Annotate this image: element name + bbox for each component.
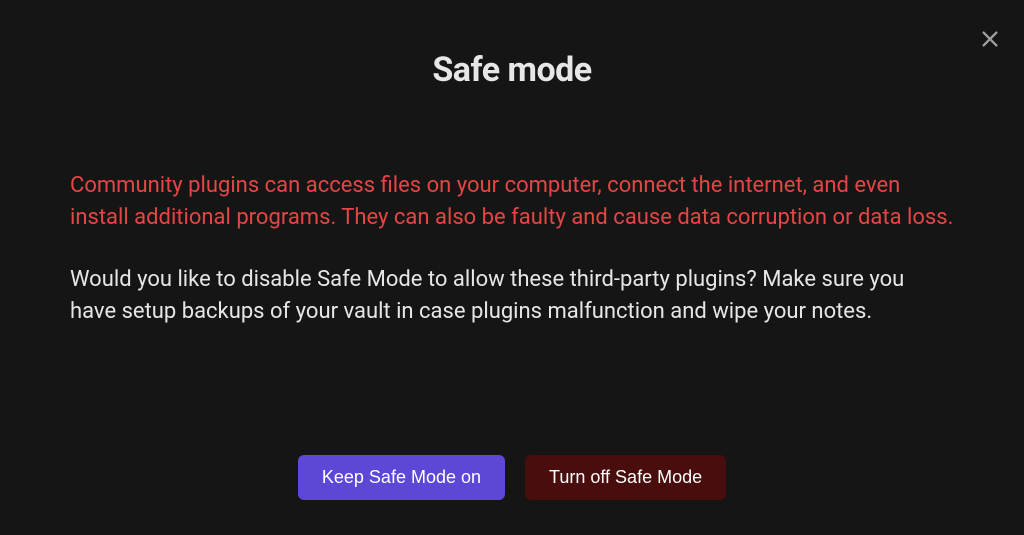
description-text: Would you like to disable Safe Mode to a… [70,264,954,328]
keep-safe-mode-button[interactable]: Keep Safe Mode on [298,455,505,500]
close-icon [979,28,1001,50]
turn-off-safe-mode-button[interactable]: Turn off Safe Mode [525,455,726,500]
modal-title: Safe mode [0,0,1024,90]
modal-body: Community plugins can access files on yo… [0,170,1024,328]
button-row: Keep Safe Mode on Turn off Safe Mode [0,455,1024,500]
warning-text: Community plugins can access files on yo… [70,170,954,234]
close-button[interactable] [976,25,1004,53]
